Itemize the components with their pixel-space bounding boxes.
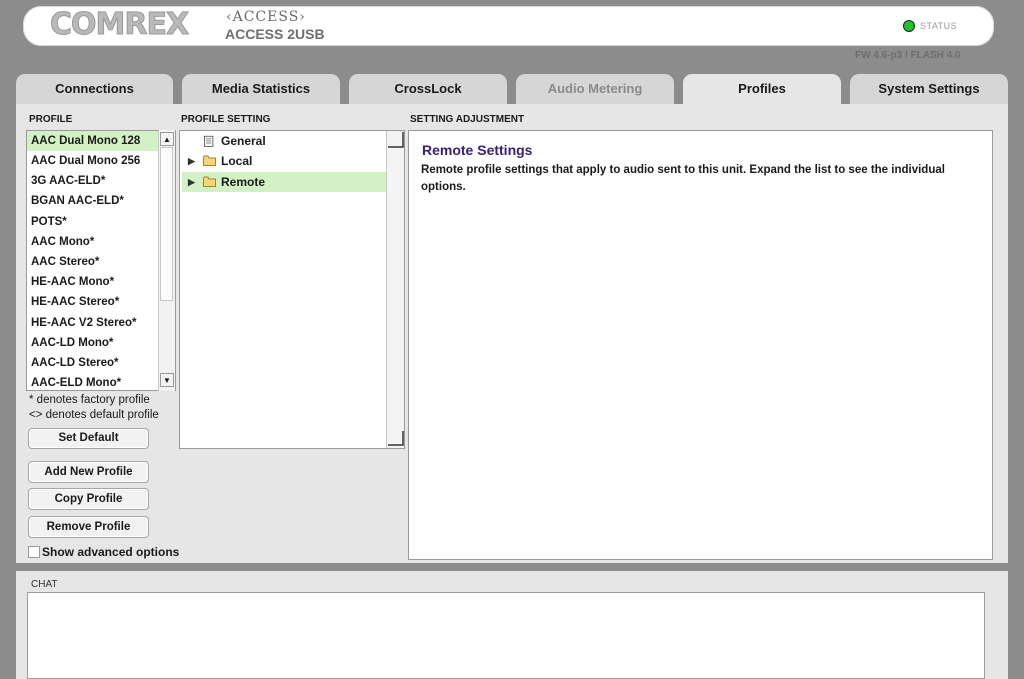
tab-system-settings[interactable]: System Settings bbox=[850, 74, 1008, 104]
chat-input[interactable] bbox=[27, 592, 985, 679]
profile-list-item[interactable]: HE-AAC Mono* bbox=[27, 272, 160, 292]
add-new-profile-button[interactable]: Add New Profile bbox=[28, 461, 149, 483]
model-label: ACCESS 2USB bbox=[225, 26, 325, 42]
profile-list-item[interactable]: AAC Mono* bbox=[27, 232, 160, 252]
copy-profile-button[interactable]: Copy Profile bbox=[28, 488, 149, 510]
profile-list-scroll-thumb[interactable] bbox=[160, 147, 173, 301]
profile-list-item[interactable]: HE-AAC Stereo* bbox=[27, 292, 160, 312]
factory-profile-note: * denotes factory profile bbox=[29, 394, 150, 406]
profile-list-item[interactable]: AAC-LD Mono* bbox=[27, 333, 160, 353]
setting-adjustment-section-label: SETTING ADJUSTMENT bbox=[410, 114, 525, 125]
remove-profile-button[interactable]: Remove Profile bbox=[28, 516, 149, 538]
status-label: STATUS bbox=[920, 21, 958, 31]
default-profile-note: <> denotes default profile bbox=[29, 409, 159, 421]
firmware-version: FW 4.6-p3 / FLASH 4.0 bbox=[855, 50, 961, 61]
tree-item-local[interactable]: ▶ Local bbox=[182, 151, 387, 171]
scroll-up-icon[interactable]: ▲ bbox=[160, 132, 174, 146]
expand-arrow-icon[interactable]: ▶ bbox=[188, 172, 195, 192]
profile-list-item[interactable]: AAC-LD Stereo* bbox=[27, 353, 160, 373]
profile-section-label: PROFILE bbox=[29, 114, 73, 125]
setting-description: Remote profile settings that apply to au… bbox=[421, 164, 945, 193]
set-default-button[interactable]: Set Default bbox=[28, 428, 149, 449]
tab-audio-metering[interactable]: Audio Metering bbox=[516, 74, 674, 104]
brand-logo: COMREX bbox=[49, 7, 189, 42]
status-led-icon bbox=[903, 20, 915, 32]
tree-item-label: General bbox=[221, 134, 266, 148]
profile-list-item[interactable]: BGAN AAC-ELD* bbox=[27, 191, 160, 211]
profile-list-item[interactable]: HE-AAC V2 Stereo* bbox=[27, 313, 160, 333]
expand-arrow-icon[interactable]: ▶ bbox=[188, 151, 195, 171]
scroll-down-icon[interactable]: ▼ bbox=[160, 373, 174, 387]
profile-list-item[interactable]: AAC Dual Mono 128 bbox=[27, 131, 160, 151]
profile-list-item[interactable]: AAC Dual Mono 256 bbox=[27, 151, 160, 171]
profile-list[interactable]: AAC Dual Mono 128 AAC Dual Mono 256 3G A… bbox=[26, 130, 176, 391]
tree-scrollbar[interactable] bbox=[386, 131, 404, 448]
product-line-label: ‹ACCESS› bbox=[226, 9, 306, 25]
tab-profiles[interactable]: Profiles bbox=[683, 74, 841, 106]
profile-list-item[interactable]: 3G AAC-ELD* bbox=[27, 171, 160, 191]
tab-connections[interactable]: Connections bbox=[16, 74, 173, 104]
tree-item-label: Local bbox=[221, 154, 253, 168]
document-icon bbox=[204, 135, 214, 147]
tab-crosslock[interactable]: CrossLock bbox=[349, 74, 507, 104]
tree-item-remote[interactable]: ▶ Remote bbox=[182, 172, 387, 192]
advanced-options-label[interactable]: Show advanced options bbox=[42, 545, 179, 559]
chat-label: CHAT bbox=[31, 579, 58, 590]
advanced-options-checkbox[interactable] bbox=[28, 546, 40, 558]
folder-icon bbox=[203, 176, 216, 187]
setting-title: Remote Settings bbox=[422, 142, 533, 158]
scrollbar-track-icon bbox=[388, 132, 404, 446]
profile-setting-section-label: PROFILE SETTING bbox=[181, 114, 271, 125]
tab-media-statistics[interactable]: Media Statistics bbox=[182, 74, 340, 104]
folder-icon bbox=[203, 155, 216, 166]
profile-list-item[interactable]: AAC-ELD Mono* bbox=[27, 373, 160, 390]
tree-item-label: Remote bbox=[221, 175, 266, 189]
tree-item-general[interactable]: General bbox=[182, 131, 387, 151]
profile-list-item[interactable]: AAC Stereo* bbox=[27, 252, 160, 272]
profile-list-item[interactable]: POTS* bbox=[27, 212, 160, 232]
